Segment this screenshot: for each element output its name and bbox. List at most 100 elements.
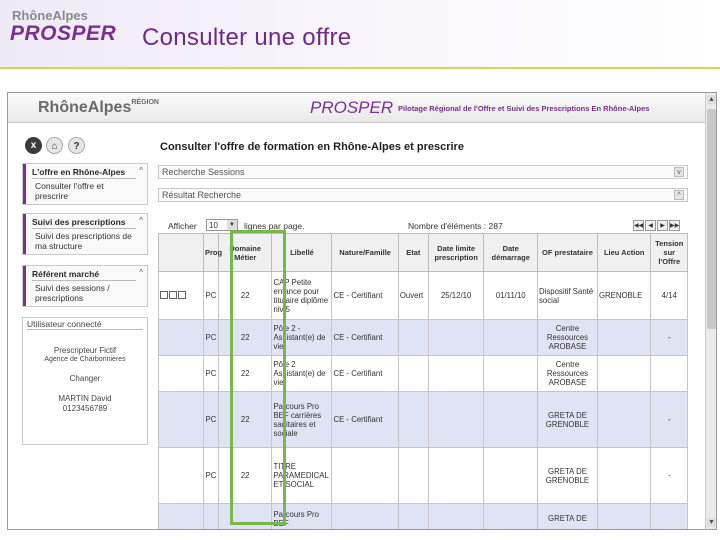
col-tension[interactable]: Tension sur l'Offre [650, 233, 688, 272]
cell-domaine [217, 503, 273, 529]
cell-date-demarrage [483, 355, 538, 392]
change-user-link[interactable]: Changer [23, 374, 147, 383]
col-actions [158, 233, 204, 272]
col-libelle[interactable]: Libellé [271, 233, 333, 272]
prev-page-icon[interactable]: ◀ [645, 220, 656, 231]
scroll-up-arrow-icon[interactable]: ▲ [707, 95, 716, 104]
row-actions [158, 355, 204, 392]
table-row[interactable]: PC 22 Parcours Pro BEF carrières sanitai… [158, 391, 688, 448]
print-icon[interactable] [169, 290, 177, 299]
region-logo-text: RhôneAlpes [12, 8, 88, 23]
row-actions [158, 271, 204, 320]
help-icon[interactable]: ? [68, 137, 85, 154]
banner-region-logo: RhôneAlpesRÉGION [38, 99, 159, 117]
cell-libelle[interactable]: Parcours Pro BEF [271, 503, 333, 529]
cell-lieu [596, 355, 652, 392]
col-etat[interactable]: Etat [397, 233, 429, 272]
cell-prog: PC [202, 391, 219, 448]
sidebar-link-suivi-2[interactable]: ma structure [35, 241, 147, 251]
sidebar-link-consulter-2[interactable]: prescrire [35, 191, 147, 201]
user-phone: 0123456789 [62, 404, 108, 413]
search-result-panel[interactable]: Résultat Recherche ^ [158, 188, 688, 202]
cell-tension [650, 503, 688, 529]
cell-prog: PC [202, 355, 219, 392]
col-of-prestataire[interactable]: OF prestataire [537, 233, 598, 272]
cell-prog [202, 503, 219, 529]
cell-libelle[interactable]: CAP Petite enfance pour titulaire diplôm… [271, 271, 333, 320]
col-lieu-action[interactable]: Lieu Action [596, 233, 652, 272]
col-date-limite[interactable]: Date limite prescription [427, 233, 485, 272]
per-page-select[interactable]: 10 ▼ [206, 219, 238, 231]
pager: ◀◀ ◀ ▶ ▶▶ [632, 219, 680, 231]
sidebar-link-referent-2[interactable]: prescriptions [35, 293, 147, 303]
user-panel-head: Utilisateur connecté [27, 319, 143, 330]
cell-lieu [596, 447, 652, 504]
cell-date-demarrage [483, 447, 538, 504]
expand-icon[interactable]: ^ [674, 190, 684, 200]
row-actions [158, 391, 204, 448]
cell-of: GRETA DE [537, 503, 598, 529]
collapse-icon[interactable]: ^ [139, 166, 143, 175]
cell-domaine: 22 [217, 391, 273, 448]
collapse-icon[interactable]: ^ [139, 268, 143, 277]
cell-domaine: 22 [217, 319, 273, 356]
dropdown-arrow-icon[interactable]: ▼ [227, 220, 237, 230]
cell-date-limite [427, 503, 485, 529]
cell-libelle[interactable]: Pôle 2 Assistant(e) de vie [271, 355, 333, 392]
cell-date-demarrage: 01/11/10 [483, 271, 538, 320]
cell-nature: CE - Certifiant [331, 319, 399, 356]
table-header-row: Prog Domaine Métier Libellé Nature/Famil… [158, 233, 688, 272]
cell-prog: PC [202, 319, 219, 356]
next-page-icon[interactable]: ▶ [657, 220, 668, 231]
cell-domaine: 22 [217, 271, 273, 320]
section-accent-bar [23, 266, 26, 306]
page-title: Consulter l'offre de formation en Rhône-… [160, 141, 464, 153]
sidebar-link-referent[interactable]: Suivi des sessions / [35, 283, 147, 293]
cell-date-demarrage [483, 503, 538, 529]
col-date-demarrage[interactable]: Date démarrage [483, 233, 538, 272]
home-icon[interactable]: ⌂ [46, 137, 63, 154]
search-sessions-label: Recherche Sessions [162, 167, 245, 177]
prescribe-icon[interactable] [178, 290, 186, 299]
cell-date-limite [427, 319, 485, 356]
cell-libelle[interactable]: Parcours Pro BEF carrières sanitaires et… [271, 391, 333, 448]
banner-logo-text: RhôneAlpes [38, 99, 132, 116]
expand-icon[interactable]: v [674, 167, 684, 177]
cell-date-limite: 25/12/10 [427, 271, 485, 320]
table-row[interactable]: Parcours Pro BEF GRETA DE [158, 503, 688, 529]
col-domaine-metier[interactable]: Domaine Métier [217, 233, 273, 272]
banner-prosper-title: PROSPER [310, 98, 394, 117]
first-page-icon[interactable]: ◀◀ [633, 220, 644, 231]
cell-of: Centre Ressources AROBASE [537, 319, 598, 356]
slide-header: RhôneAlpes PROSPER Consulter une offre [0, 0, 720, 70]
sidebar-link-suivi[interactable]: Suivi des prescriptions de [35, 231, 147, 241]
col-prog[interactable]: Prog [202, 233, 222, 272]
col-nature-famille[interactable]: Nature/Famille [331, 233, 399, 272]
row-actions [158, 503, 204, 529]
user-agency: Agence de Charbonnières [44, 356, 126, 363]
table-row[interactable]: PC 22 CAP Petite enfance pour titulaire … [158, 271, 688, 320]
cell-nature: CE - Certifiant [331, 355, 399, 392]
vertical-scrollbar[interactable]: ▲ ▼ [705, 93, 716, 529]
slide-title: Consulter une offre [142, 24, 352, 51]
cell-nature: CE - Certifiant [331, 391, 399, 448]
scroll-thumb[interactable] [707, 109, 716, 329]
close-icon[interactable]: x [25, 137, 42, 154]
table-row[interactable]: PC 22 TITRE PARAMEDICAL ET SOCIAL GRETA … [158, 447, 688, 504]
view-icon[interactable] [160, 290, 168, 299]
search-sessions-panel[interactable]: Recherche Sessions v [158, 165, 688, 179]
cell-libelle[interactable]: TITRE PARAMEDICAL ET SOCIAL [271, 447, 333, 504]
table-row[interactable]: PC 22 Pôle 2 - Assistant(e) de vie CE - … [158, 319, 688, 356]
cell-date-limite [427, 447, 485, 504]
cell-of: Dispositif Santé social [537, 271, 598, 320]
table-row[interactable]: PC 22 Pôle 2 Assistant(e) de vie CE - Ce… [158, 355, 688, 392]
connected-user-panel: Utilisateur connecté Prescripteur Fictif… [22, 317, 148, 445]
cell-date-limite [427, 355, 485, 392]
cell-libelle[interactable]: Pôle 2 - Assistant(e) de vie [271, 319, 333, 356]
cell-date-demarrage [483, 391, 538, 448]
scroll-down-arrow-icon[interactable]: ▼ [707, 518, 716, 527]
collapse-icon[interactable]: ^ [139, 216, 143, 225]
cell-nature [331, 447, 399, 504]
sidebar-link-consulter[interactable]: Consulter l'offre et [35, 181, 147, 191]
last-page-icon[interactable]: ▶▶ [669, 220, 680, 231]
